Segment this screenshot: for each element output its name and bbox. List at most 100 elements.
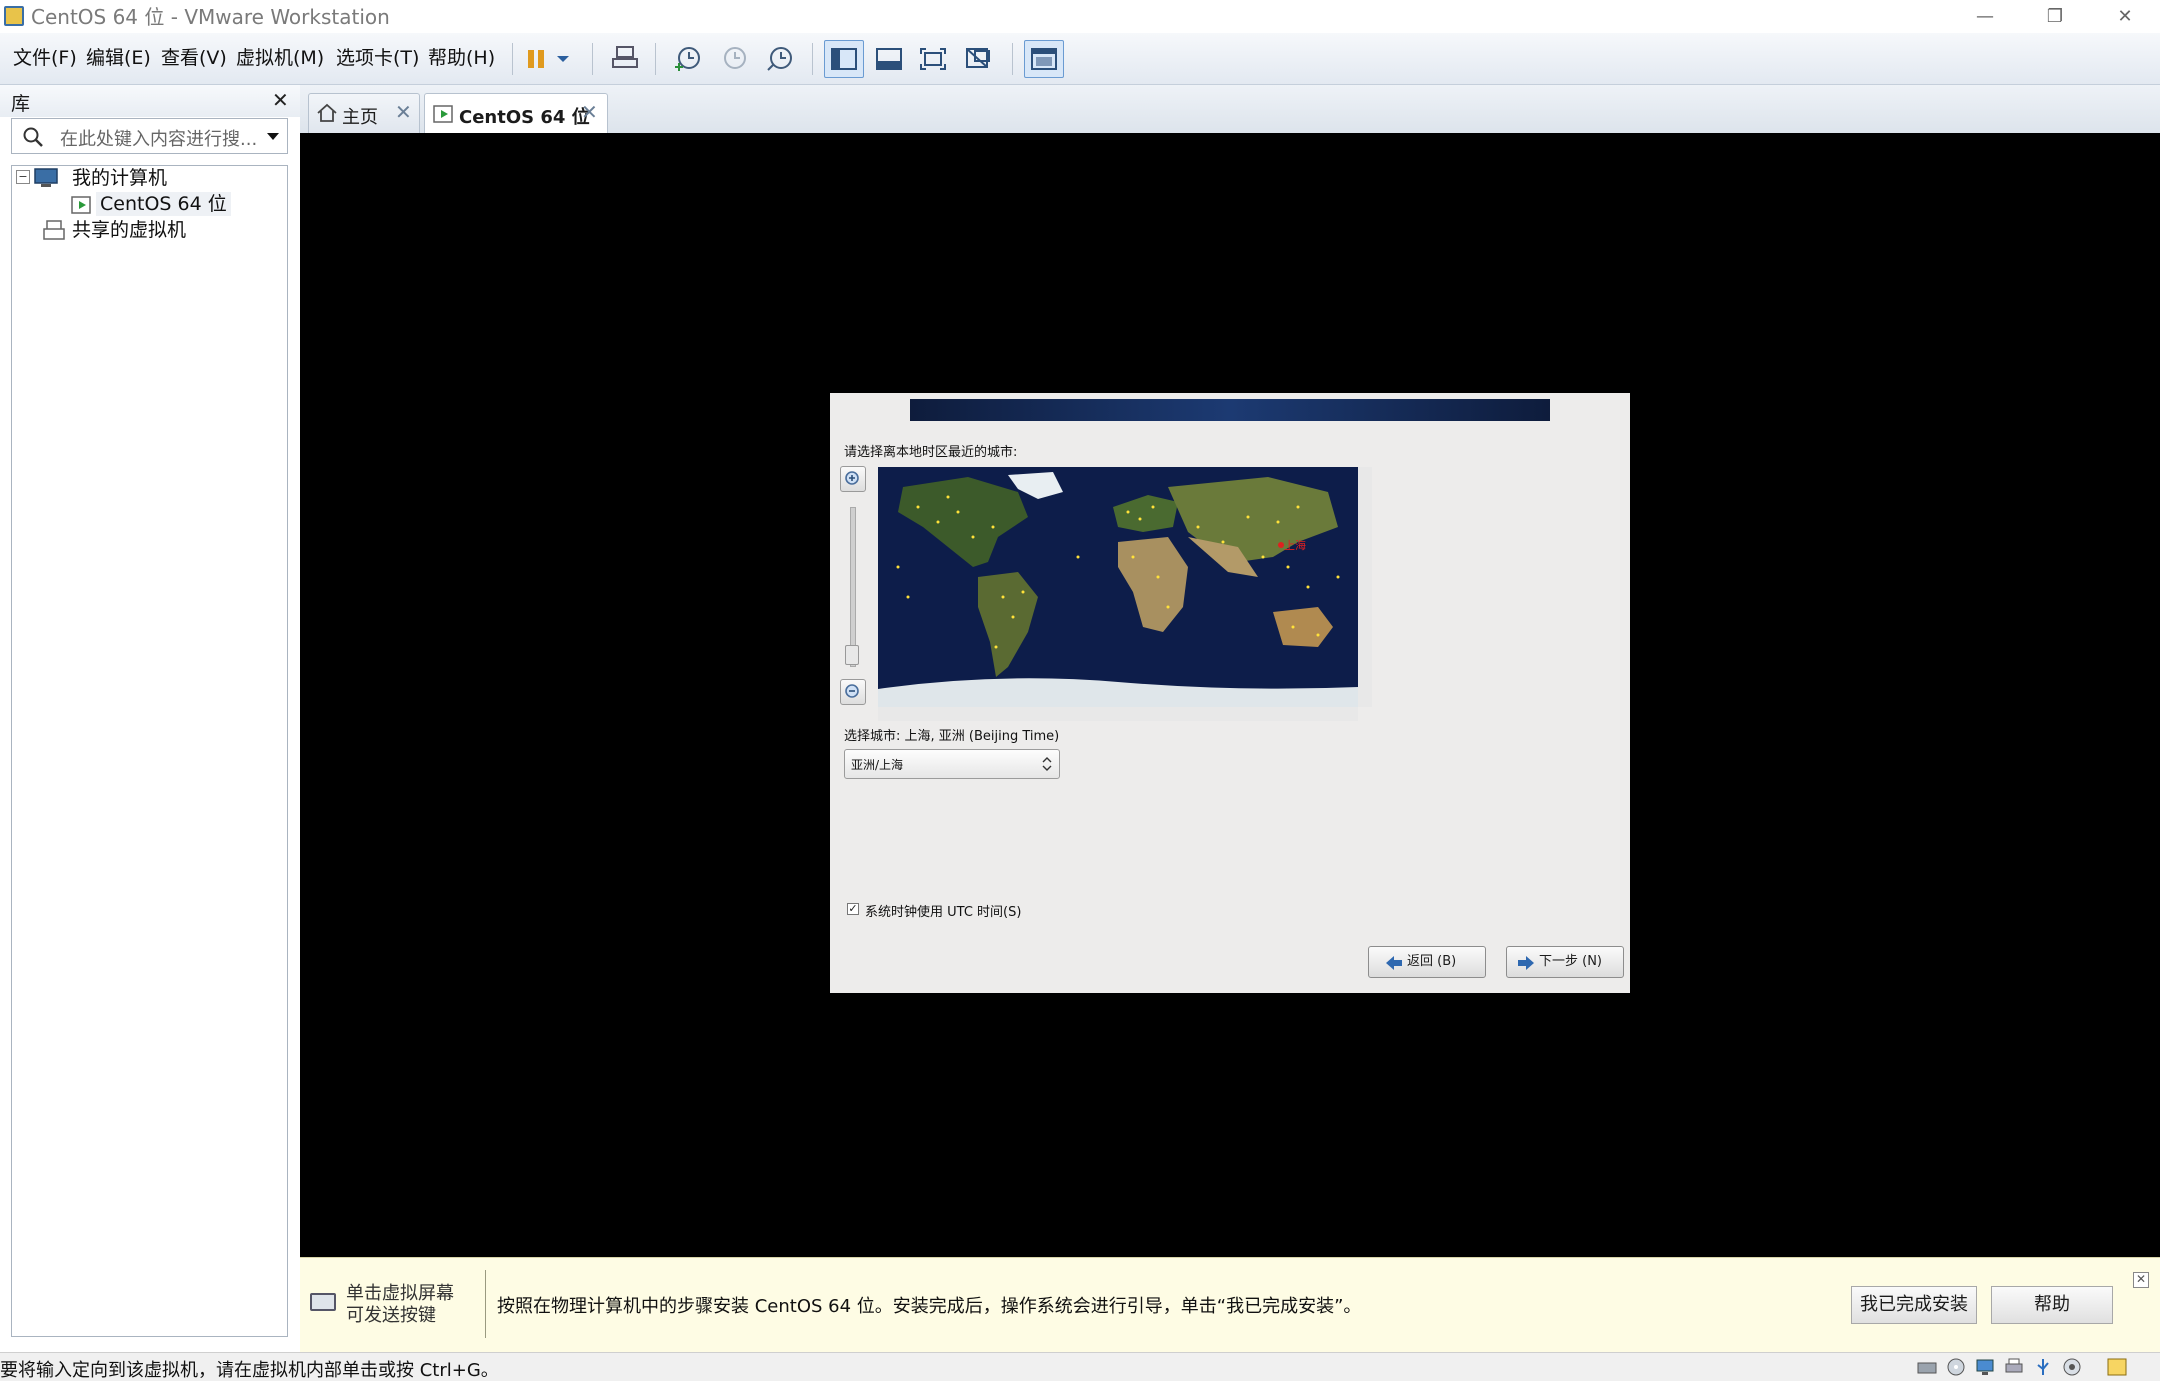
minimize-button[interactable]: —	[1950, 0, 2020, 33]
window-title: CentOS 64 位 - VMware Workstation	[31, 5, 390, 29]
selected-city-label: 选择城市: 上海, 亚洲 (Beijing Time)	[844, 729, 1060, 744]
finished-install-button[interactable]: 我已完成安装	[1851, 1286, 1977, 1324]
tab-home[interactable]: 主页 ✕	[308, 93, 420, 133]
hint-message: 按照在物理计算机中的步骤安装 CentOS 64 位。安装完成后，操作系统会进行…	[497, 1296, 1362, 1317]
timezone-select[interactable]: 亚洲/上海	[844, 749, 1060, 779]
snapshot-manager-icon	[767, 47, 792, 71]
tree-expander[interactable]: −	[16, 170, 30, 184]
vm-running-icon	[71, 196, 91, 214]
tab-centos[interactable]: CentOS 64 位 ✕	[424, 93, 608, 133]
message-log-icon[interactable]	[2106, 1357, 2128, 1377]
show-thumbnail-button[interactable]	[869, 40, 909, 78]
menu-vm[interactable]: 虚拟机(M)	[236, 43, 324, 73]
menu-file[interactable]: 文件(F)	[13, 43, 77, 73]
hint-click-line2: 可发送按键	[346, 1305, 436, 1326]
world-map-image	[878, 467, 1358, 707]
toolbar-separator	[592, 43, 593, 75]
menu-edit[interactable]: 编辑(E)	[86, 43, 151, 73]
usb-icon[interactable]	[2032, 1357, 2054, 1377]
title-bar: CentOS 64 位 - VMware Workstation — ❐ ✕	[0, 0, 2160, 33]
timezone-prompt: 请选择离本地时区最近的城市:	[844, 445, 1018, 460]
library-search-input[interactable]: 在此处键入内容进行搜...	[11, 118, 288, 154]
show-library-button[interactable]	[824, 40, 864, 78]
library-close-button[interactable]: ✕	[272, 88, 289, 112]
zoom-out-icon	[845, 684, 859, 698]
home-icon	[317, 103, 337, 122]
search-dropdown-icon[interactable]	[266, 132, 280, 142]
tree-item-shared[interactable]: 共享的虚拟机	[72, 218, 186, 242]
cd-dvd-icon[interactable]	[1945, 1357, 1967, 1377]
shared-vms-icon	[43, 220, 65, 240]
library-tree: − 我的计算机 CentOS 64 位 共享的虚拟机	[11, 165, 288, 1337]
vm-running-icon	[433, 105, 453, 123]
next-button-label: 下一步 (N)	[1539, 954, 1603, 969]
console-view-icon	[1031, 48, 1057, 70]
map-zoom-out-button[interactable]	[840, 679, 866, 705]
close-window-button[interactable]: ✕	[2090, 0, 2160, 33]
unity-button[interactable]	[958, 40, 998, 78]
toolbar-separator	[1012, 43, 1013, 75]
map-zoom-slider[interactable]	[850, 507, 856, 667]
tab-home-label: 主页	[342, 107, 378, 128]
arrow-left-icon	[1386, 956, 1402, 970]
snapshot-manager-button[interactable]	[760, 40, 800, 78]
hint-close-button[interactable]: ✕	[2133, 1272, 2149, 1288]
printer-icon[interactable]	[2003, 1357, 2025, 1377]
library-title: 库	[11, 93, 31, 115]
snapshot-revert-icon	[724, 47, 746, 69]
show-library-icon	[831, 48, 857, 70]
vm-console[interactable]: 请选择离本地时区最近的城市: 上海 选择城市: 上海, 亚洲 (Beijing …	[300, 133, 2160, 1257]
fullscreen-icon	[920, 48, 946, 70]
back-button[interactable]: 返回 (B)	[1368, 946, 1486, 978]
network-icon[interactable]	[1974, 1357, 1996, 1377]
utc-checkbox[interactable]: ✓	[847, 903, 859, 915]
console-view-button[interactable]	[1024, 40, 1064, 78]
tab-strip: 主页 ✕ CentOS 64 位 ✕	[300, 85, 2160, 133]
snapshot-take-icon	[675, 47, 700, 71]
menu-help[interactable]: 帮助(H)	[428, 43, 495, 73]
power-dropdown-button[interactable]	[550, 40, 576, 78]
show-thumbnail-icon	[876, 48, 902, 70]
chevron-down-icon	[557, 56, 569, 62]
toolbar-separator	[812, 43, 813, 75]
hard-disk-icon[interactable]	[1916, 1357, 1938, 1377]
timezone-select-value: 亚洲/上海	[851, 758, 904, 772]
sound-icon[interactable]	[2061, 1357, 2083, 1377]
send-ctrl-alt-del-icon	[612, 46, 638, 68]
status-bar: 要将输入定向到该虚拟机，请在虚拟机内部单击或按 Ctrl+G。	[0, 1352, 2160, 1381]
revert-snapshot-button[interactable]	[714, 40, 754, 78]
tree-item-my-computer[interactable]: 我的计算机	[72, 166, 167, 190]
tab-home-close-button[interactable]: ✕	[395, 100, 412, 124]
menu-view[interactable]: 查看(V)	[161, 43, 227, 73]
take-snapshot-button[interactable]	[668, 40, 708, 78]
fullscreen-button[interactable]	[913, 40, 953, 78]
map-horizontal-scrollbar[interactable]	[878, 707, 1358, 721]
zoom-in-icon	[845, 471, 859, 485]
spinner-arrows-icon	[1042, 757, 1052, 771]
keyboard-icon	[310, 1293, 336, 1311]
tab-centos-close-button[interactable]: ✕	[581, 100, 598, 124]
status-text: 要将输入定向到该虚拟机，请在虚拟机内部单击或按 Ctrl+G。	[0, 1360, 499, 1381]
restore-button[interactable]: ❐	[2020, 0, 2090, 33]
tree-item-centos[interactable]: CentOS 64 位	[96, 192, 231, 216]
pause-icon	[528, 50, 544, 68]
map-zoom-in-button[interactable]	[840, 466, 866, 492]
map-city-marker-label: 上海	[1284, 539, 1306, 552]
search-placeholder: 在此处键入内容进行搜...	[60, 129, 258, 150]
vmware-logo-icon	[4, 6, 24, 26]
back-button-label: 返回 (B)	[1407, 954, 1457, 969]
map-zoom-slider-handle[interactable]	[845, 645, 859, 665]
world-map[interactable]: 上海	[878, 467, 1358, 707]
next-button[interactable]: 下一步 (N)	[1506, 946, 1624, 978]
map-vertical-scrollbar[interactable]	[1358, 467, 1372, 707]
unity-icon	[966, 48, 990, 68]
installer-banner	[910, 399, 1550, 421]
arrow-right-icon	[1518, 956, 1534, 970]
install-hint-bar: 单击虚拟屏幕 可发送按键 按照在物理计算机中的步骤安装 CentOS 64 位。…	[300, 1257, 2160, 1353]
send-ctrl-alt-del-button[interactable]	[605, 40, 645, 78]
help-button[interactable]: 帮助	[1991, 1286, 2113, 1324]
toolbar-separator	[512, 43, 513, 75]
library-panel: 库 ✕ 在此处键入内容进行搜... − 我的计算机 CentOS 64 位 共享…	[0, 85, 301, 1340]
menu-tabs[interactable]: 选项卡(T)	[336, 43, 419, 73]
tab-centos-label: CentOS 64 位	[459, 107, 590, 128]
